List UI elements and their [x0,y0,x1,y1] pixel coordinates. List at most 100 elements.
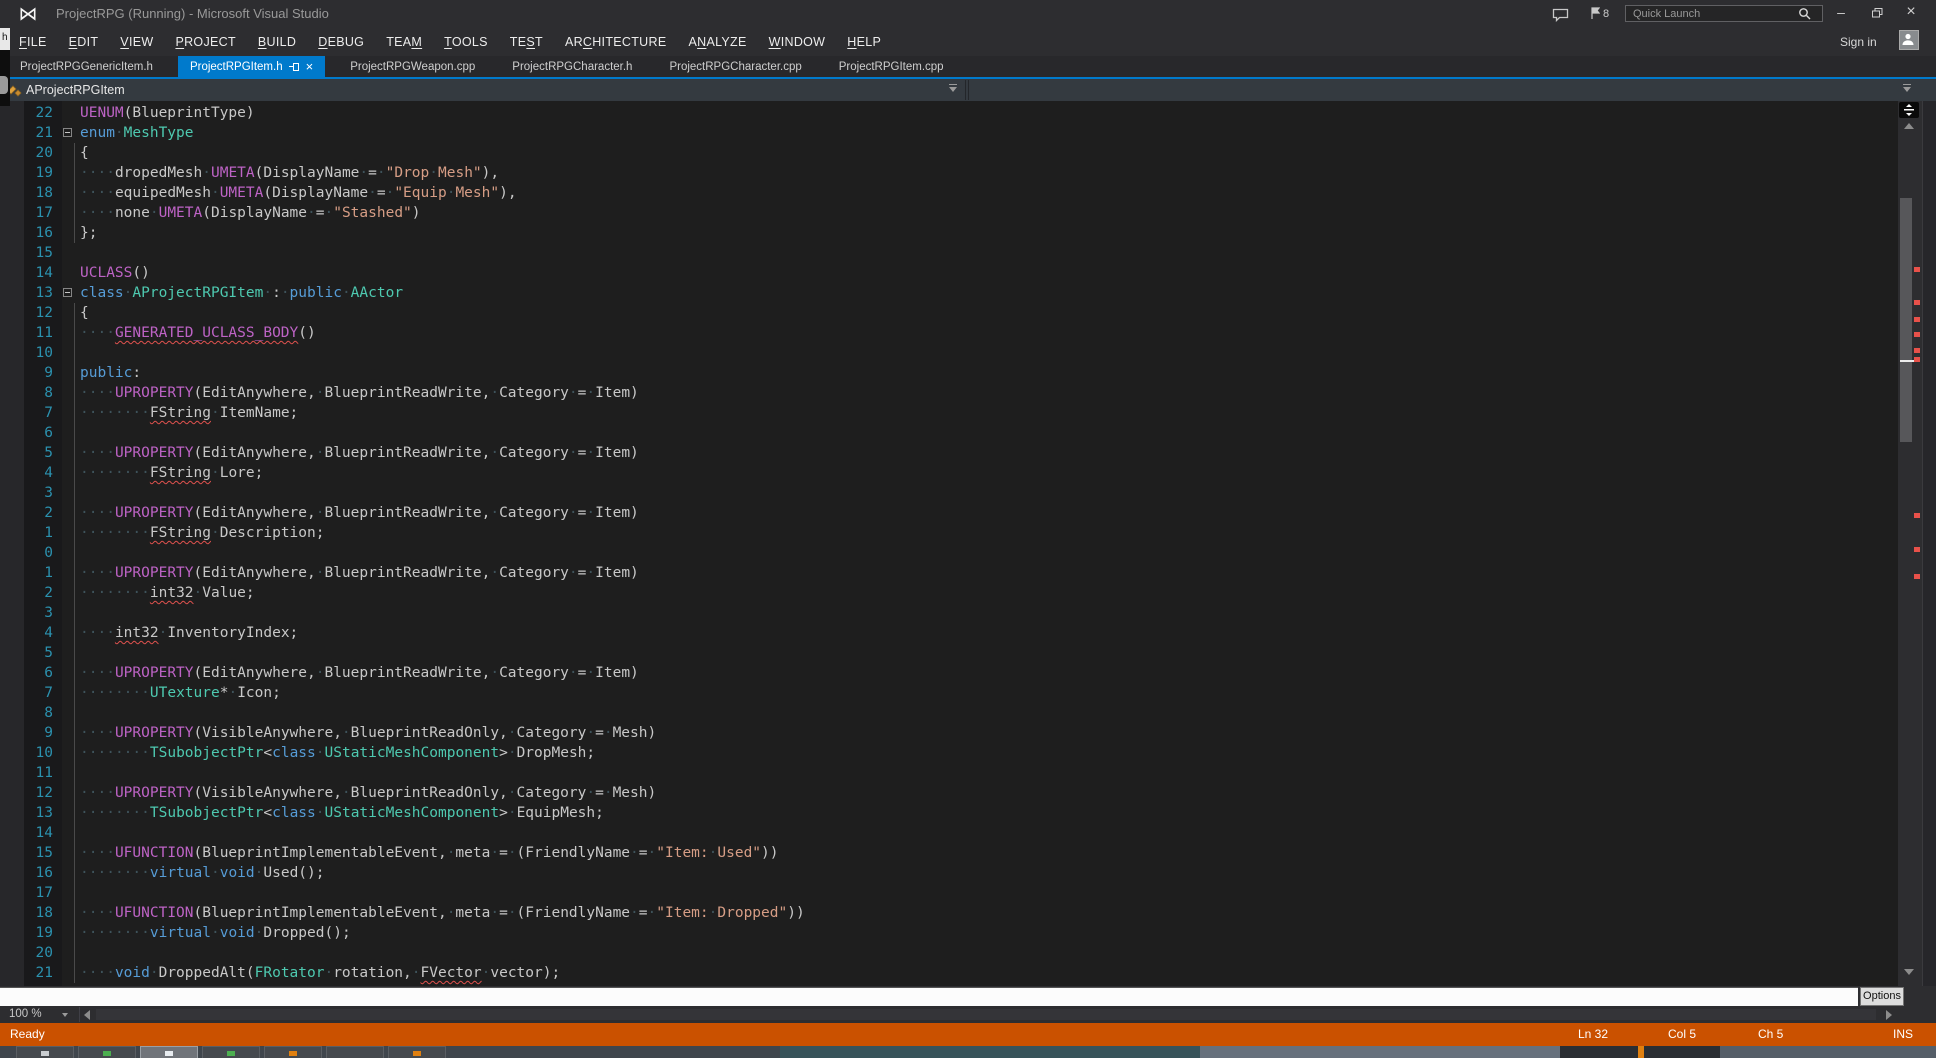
code-text: ········virtual·void·Dropped(); [80,923,1890,943]
menu-item-architecture[interactable]: ARCHITECTURE [554,35,678,49]
tab-projectrpggenericitem.h[interactable]: ProjectRPGGenericItem.h [8,56,165,77]
title-bar[interactable]: ⋈ ProjectRPG (Running) - Microsoft Visua… [0,0,1936,28]
visual-studio-window: ⋈ ProjectRPG (Running) - Microsoft Visua… [0,0,1936,1058]
split-window-handle[interactable] [1899,102,1919,118]
quick-launch-input[interactable]: Quick Launch [1625,5,1823,22]
scrollbar-thumb[interactable] [1900,198,1912,442]
fold-margin [62,783,80,803]
fold-margin [62,743,80,763]
type-dropdown[interactable]: AProjectRPGItem [0,79,966,101]
fold-margin [62,923,80,943]
tab-label: ProjectRPGCharacter.cpp [669,61,801,73]
line-number: 11 [0,323,62,343]
fold-margin [62,163,80,183]
status-character-number: Ch 5 [1758,1023,1783,1046]
feedback-bubble-icon[interactable] [1552,8,1569,27]
code-text: ····UPROPERTY(EditAnywhere,·BlueprintRea… [80,383,1890,403]
chevron-down-icon[interactable] [1903,87,1911,92]
member-dropdown[interactable] [968,79,1920,101]
fold-margin [62,643,80,663]
menu-item-analyze[interactable]: ANALYZE [677,35,757,49]
scroll-up-arrow-icon[interactable] [1904,123,1914,129]
fold-margin [62,583,80,603]
options-button[interactable]: Options [1860,987,1904,1006]
taskbar-app-icon [289,1051,297,1056]
code-line: 6····UPROPERTY(EditAnywhere,·BlueprintRe… [0,663,1890,683]
windows-taskbar-sliver [0,1046,1936,1058]
line-number: 1 [0,523,62,543]
close-tab-icon[interactable]: × [306,61,314,72]
error-mark [1914,357,1920,362]
user-avatar-icon[interactable] [1899,30,1919,50]
taskbar-app-1[interactable] [16,1046,74,1058]
code-text: ····UPROPERTY(EditAnywhere,·BlueprintRea… [80,443,1890,463]
tab-projectrpgitem.h[interactable]: ProjectRPGItem.h × [178,56,325,77]
code-editor[interactable]: 22UENUM(BlueprintType)21enum·MeshType20{… [0,101,1936,986]
code-text: ····UFUNCTION(BlueprintImplementableEven… [80,903,1890,923]
taskbar-app-2[interactable] [78,1046,136,1058]
code-line: 1····UPROPERTY(EditAnywhere,·BlueprintRe… [0,563,1890,583]
taskbar-app-6[interactable] [326,1046,384,1058]
minimize-button[interactable]: – [1826,0,1856,26]
code-text: ········UTexture*·Icon; [80,683,1890,703]
code-line: 11····GENERATED_UCLASS_BODY() [0,323,1890,343]
tab-label: ProjectRPGItem.h [190,61,283,73]
error-mark [1914,574,1920,579]
tab-projectrpgcharacter.h[interactable]: ProjectRPGCharacter.h [500,56,644,77]
scroll-left-arrow-icon[interactable] [84,1010,90,1020]
menu-item-view[interactable]: VIEW [109,35,164,49]
taskbar-app-3[interactable] [140,1046,198,1058]
menu-item-build[interactable]: BUILD [247,35,307,49]
menu-item-help[interactable]: HELP [836,35,892,49]
code-line: 15 [0,243,1890,263]
menu-item-file[interactable]: FILE [8,35,58,49]
scroll-down-arrow-icon[interactable] [1904,969,1914,975]
menu-item-window[interactable]: WINDOW [758,35,837,49]
search-icon[interactable] [1798,7,1811,25]
notifications-flag[interactable]: 8 [1590,7,1609,20]
restore-button[interactable] [1862,0,1892,26]
line-number: 12 [0,303,62,323]
code-line: 3 [0,483,1890,503]
code-text: class·AProjectRPGItem·:·public·AActor [80,283,1890,303]
tab-projectrpgweapon.cpp[interactable]: ProjectRPGWeapon.cpp [338,56,487,77]
tab-projectrpgcharacter.cpp[interactable]: ProjectRPGCharacter.cpp [657,56,813,77]
options-bar-field[interactable] [0,987,1858,1006]
line-number: 17 [0,203,62,223]
pin-icon[interactable] [289,61,300,72]
menu-item-test[interactable]: TEST [499,35,554,49]
chevron-down-icon[interactable] [949,87,957,92]
code-text: ····UFUNCTION(BlueprintImplementableEven… [80,843,1890,863]
line-number: 11 [0,763,62,783]
menu-item-team[interactable]: TEAM [375,35,433,49]
taskbar-app-5[interactable] [264,1046,322,1058]
close-button[interactable]: × [1896,0,1926,26]
scroll-right-arrow-icon[interactable] [1886,1010,1892,1020]
tab-projectrpgitem.cpp[interactable]: ProjectRPGItem.cpp [827,56,956,77]
error-mark [1914,513,1920,518]
line-number: 15 [0,843,62,863]
code-text: ········FString·ItemName; [80,403,1890,423]
taskbar-app-4[interactable] [202,1046,260,1058]
sign-in-link[interactable]: Sign in [1840,28,1877,56]
code-text: ········TSubobjectPtr<class·UStaticMeshC… [80,743,1890,763]
taskbar-app-7[interactable] [388,1046,446,1058]
error-mark [1914,547,1920,552]
line-number: 10 [0,743,62,763]
code-line: 21enum·MeshType [0,123,1890,143]
fold-collapse-box[interactable] [62,283,80,303]
line-number: 13 [0,803,62,823]
fold-collapse-box[interactable] [62,123,80,143]
line-number: 16 [0,863,62,883]
menu-item-project[interactable]: PROJECT [164,35,246,49]
menu-item-debug[interactable]: DEBUG [307,35,375,49]
zoom-level-dropdown[interactable]: 100 % [0,1006,78,1023]
vertical-scrollbar[interactable] [1898,101,1922,986]
line-number: 13 [0,283,62,303]
menu-item-tools[interactable]: TOOLS [433,35,499,49]
zoom-level-value: 100 % [9,1008,42,1020]
horizontal-scrollbar-thumb[interactable] [96,1009,1876,1020]
code-text: ····UPROPERTY(VisibleAnywhere,·Blueprint… [80,783,1890,803]
menu-item-edit[interactable]: EDIT [58,35,110,49]
code-line: 1········FString·Description; [0,523,1890,543]
